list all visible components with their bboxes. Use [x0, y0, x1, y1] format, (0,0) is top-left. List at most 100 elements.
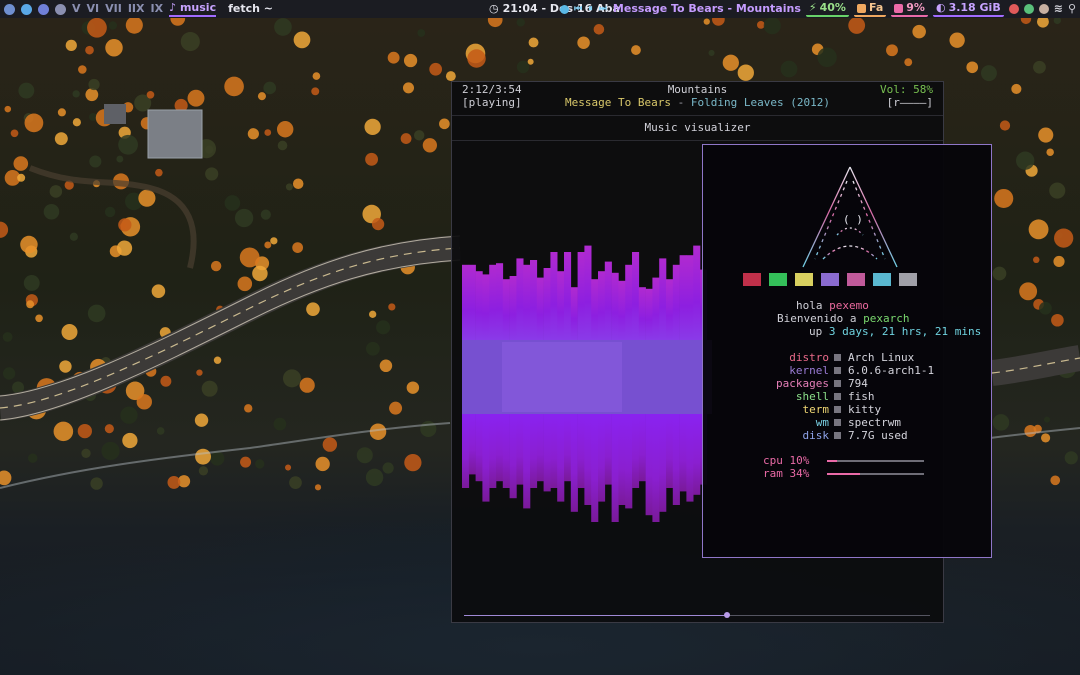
workspace-6[interactable]: VI — [87, 0, 100, 18]
info-key: disk — [802, 429, 830, 442]
wallpaper-tree — [387, 51, 400, 64]
info-key: term — [802, 403, 830, 416]
wallpaper-tree — [516, 18, 525, 27]
workspace-music-label: music — [179, 1, 217, 14]
wallpaper-tree — [414, 130, 425, 141]
greeting-prefix: hola — [796, 299, 830, 312]
location-icon[interactable]: ⚲ — [1068, 0, 1076, 18]
wallpaper-tree — [247, 128, 259, 140]
visualizer-bar-top — [482, 274, 490, 340]
wallpaper-tree — [311, 87, 320, 96]
fetch-terminal-window[interactable]: ( ) hola pexemo Bienvenido a pexarch up … — [702, 144, 992, 558]
wallpaper-tree — [237, 276, 253, 292]
workspace-5[interactable]: V — [72, 0, 81, 18]
globe-tray-icon[interactable] — [1023, 4, 1034, 14]
wallpaper-tree — [1028, 219, 1049, 240]
visualizer-bar-bottom — [693, 414, 701, 495]
playback-progress-knob[interactable] — [724, 612, 731, 618]
visualizer-bar-top — [584, 245, 592, 340]
wifi-icon[interactable]: ≋ — [1054, 0, 1063, 18]
wallpaper-tree — [187, 89, 205, 107]
visualizer-divider — [452, 140, 943, 141]
wallpaper-tree — [122, 432, 138, 449]
info-bullet-icon — [834, 406, 841, 413]
wallpaper-tree — [4, 105, 12, 113]
wallpaper-tree — [429, 62, 443, 76]
top-bar: V VI VII IIX IX ♪ music fetch ~ ◷ 21:04 … — [0, 0, 1080, 18]
playback-progress-bar[interactable] — [464, 612, 930, 618]
visualizer-bar-bottom — [543, 414, 551, 492]
wallpaper-tree — [276, 121, 294, 138]
wallpaper-tree — [180, 31, 200, 52]
wallpaper-tree — [201, 380, 218, 397]
wallpaper-tree — [194, 413, 209, 427]
wallpaper-tree — [1020, 18, 1032, 25]
volume-indicator[interactable]: Vol: 58% — [880, 83, 933, 96]
info-bullet-icon — [834, 393, 841, 400]
meter-label: ram 34% — [763, 467, 810, 480]
wallpaper-tree — [1033, 60, 1046, 74]
palette-swatch — [743, 273, 761, 286]
wallpaper-tree — [445, 71, 456, 82]
visualizer-bar-bottom — [570, 414, 578, 512]
wallpaper-tree — [125, 18, 143, 34]
visualizer-bar-bottom — [564, 414, 572, 482]
palette-swatch — [795, 273, 813, 286]
visualizer-bar-top — [618, 280, 626, 340]
wallpaper-tree — [224, 195, 241, 211]
firefox-icon[interactable] — [38, 3, 49, 15]
visualizer-bar-top — [672, 264, 680, 340]
wallpaper-tree — [293, 31, 311, 49]
wallpaper-tree — [817, 47, 837, 68]
chrome-tray-icon[interactable] — [1008, 4, 1019, 14]
avatar-tray-icon[interactable] — [1038, 4, 1049, 14]
meter-track — [827, 460, 924, 462]
wallpaper-tree — [101, 441, 120, 461]
wallpaper-tree — [292, 242, 304, 253]
wallpaper-tree — [1011, 83, 1022, 94]
wallpaper-tree — [89, 155, 102, 168]
workspace-9[interactable]: IX — [151, 0, 164, 18]
visualizer-bar-bottom — [482, 414, 490, 502]
wallpaper-tree — [487, 18, 503, 28]
wallpaper-tree — [105, 39, 123, 57]
visualizer-bar-top — [659, 258, 667, 340]
settings-gear-icon[interactable] — [55, 3, 66, 15]
wallpaper-tree — [904, 58, 913, 67]
visualizer-bar-top — [645, 288, 653, 340]
wallpaper-tree — [77, 423, 92, 439]
wallpaper-tree — [85, 88, 99, 102]
workspace-7[interactable]: VII — [105, 0, 122, 18]
workspace-music-active[interactable]: ♪ music — [169, 1, 217, 17]
media-pause-icon[interactable]: ⏸ — [588, 0, 594, 18]
wallpaper-tree — [136, 394, 152, 410]
wallpaper-tree — [1064, 451, 1078, 465]
meter-fill — [827, 460, 837, 462]
meter-track — [827, 473, 924, 475]
wallpaper-tree — [400, 133, 412, 144]
wallpaper-tree — [1043, 416, 1050, 423]
palette-swatch — [769, 273, 787, 286]
info-row-wm: wm spectrwm — [703, 416, 991, 429]
wallpaper-tree — [417, 29, 426, 37]
wallpaper-tree — [239, 247, 260, 268]
wallpaper-tree — [886, 44, 898, 57]
wallpaper-tree — [1053, 18, 1062, 25]
now-playing-song[interactable]: Message To Bears - Mountains — [613, 0, 801, 18]
media-next-icon[interactable]: ⏭ — [599, 0, 608, 18]
info-key: shell — [795, 390, 829, 403]
wallpaper-tree — [277, 140, 288, 151]
meter-fill — [827, 473, 860, 475]
visualizer-bar-top — [598, 271, 606, 340]
wallpaper-tree — [0, 221, 9, 238]
media-prev-icon[interactable]: ⏮ — [574, 0, 583, 18]
visualizer-bar-bottom — [496, 414, 504, 482]
app-launcher-icon[interactable] — [4, 3, 15, 15]
visualizer-title: Music visualizer — [644, 121, 751, 134]
telegram-icon[interactable] — [21, 3, 32, 15]
wallpaper-tree — [264, 241, 272, 249]
workspace-8[interactable]: IIX — [128, 0, 145, 18]
visualizer-bar-bottom — [638, 414, 646, 482]
info-row-disk: disk 7.7G used — [703, 429, 991, 442]
visualizer-bar-top — [475, 271, 483, 340]
